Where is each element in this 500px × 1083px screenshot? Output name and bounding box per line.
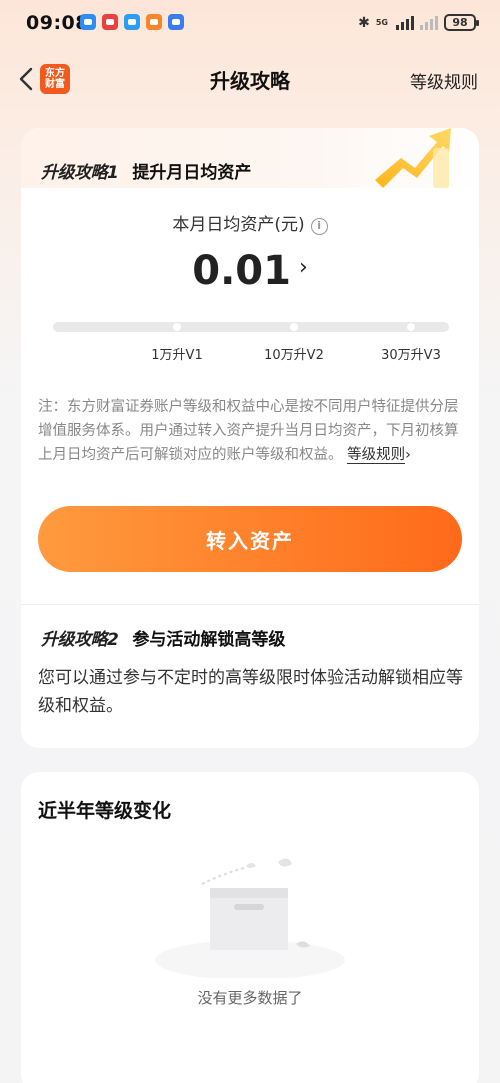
level-threshold-v3: 30万升V3 <box>381 348 441 363</box>
level-rules-link[interactable]: 等级规则 <box>410 68 478 93</box>
strategy2-heading: 升级攻略2 参与活动解锁高等级 <box>41 625 285 650</box>
progress-marker-v2 <box>290 323 298 331</box>
app-logo: 东方 财富 <box>40 64 70 94</box>
asset-label-row: 本月日均资产(元) i <box>21 210 479 235</box>
battery-icon: 98 <box>444 14 479 31</box>
status-bar: 09:08 ✱ 5G 98 <box>0 0 500 50</box>
strategy1-note: 注：东方财富证券账户等级和权益中心是按不同用户特征提供分层增值服务体系。用户通过… <box>38 395 464 467</box>
logo-line-1: 东方 <box>45 68 65 79</box>
divider <box>21 604 479 605</box>
bluetooth-icon: ✱ <box>358 14 370 31</box>
level-history-card: 近半年等级变化 没有更多数据了 <box>21 772 479 1083</box>
strategy2-description: 您可以通过参与不定时的高等级限时体验活动解锁相应等级和权益。 <box>38 668 463 716</box>
chevron-left-icon <box>19 67 33 91</box>
shop-notification-icon <box>146 14 162 30</box>
empty-state-text: 没有更多数据了 <box>197 989 303 1007</box>
signal-2-icon <box>420 15 438 30</box>
notification-icons <box>80 14 184 30</box>
back-button[interactable] <box>14 64 38 94</box>
info-icon[interactable]: i <box>310 218 328 235</box>
network-type: 5G <box>375 18 388 27</box>
strategy1-tag: 升级攻略1 <box>41 163 119 183</box>
level-progress-bar <box>53 322 449 332</box>
message-notification-icon <box>80 14 96 30</box>
chevron-right-small-icon: › <box>405 447 411 463</box>
strategy2-tag: 升级攻略2 <box>41 630 119 650</box>
asset-value-row[interactable]: 0.01 › <box>21 248 479 294</box>
strategy2-title: 参与活动解锁高等级 <box>132 630 286 650</box>
logo-line-2: 财富 <box>45 79 65 90</box>
asset-label: 本月日均资产(元) <box>172 215 305 235</box>
progress-marker-v3 <box>407 323 415 331</box>
battery-level: 98 <box>452 16 468 29</box>
audio-notification-icon <box>168 14 184 30</box>
asset-value: 0.01 <box>192 248 291 294</box>
status-right: ✱ 5G 98 <box>358 14 479 31</box>
signal-icon <box>396 15 414 30</box>
level-threshold-v2: 10万升V2 <box>264 348 324 363</box>
strategy1-heading: 升级攻略1 提升月日均资产 <box>41 158 251 183</box>
rising-arrow-icon <box>375 128 451 188</box>
app-notification-icon <box>102 14 118 30</box>
empty-box-icon <box>155 858 345 978</box>
progress-marker-v1 <box>173 323 181 331</box>
nav-bar: 东方 财富 升级攻略 等级规则 <box>0 50 500 110</box>
note-rules-link[interactable]: 等级规则 <box>347 447 406 464</box>
chevron-right-icon: › <box>298 255 308 280</box>
transfer-assets-button[interactable]: 转入资产 <box>38 506 462 572</box>
cloud-notification-icon <box>124 14 140 30</box>
level-threshold-v1: 1万升V1 <box>151 348 203 363</box>
history-title: 近半年等级变化 <box>38 800 172 822</box>
strategy1-title: 提升月日均资产 <box>132 163 252 183</box>
upgrade-strategy-card: 升级攻略1 提升月日均资产 本月日均资产(元) i 0.01 › 1万升V1 10万… <box>21 128 479 748</box>
